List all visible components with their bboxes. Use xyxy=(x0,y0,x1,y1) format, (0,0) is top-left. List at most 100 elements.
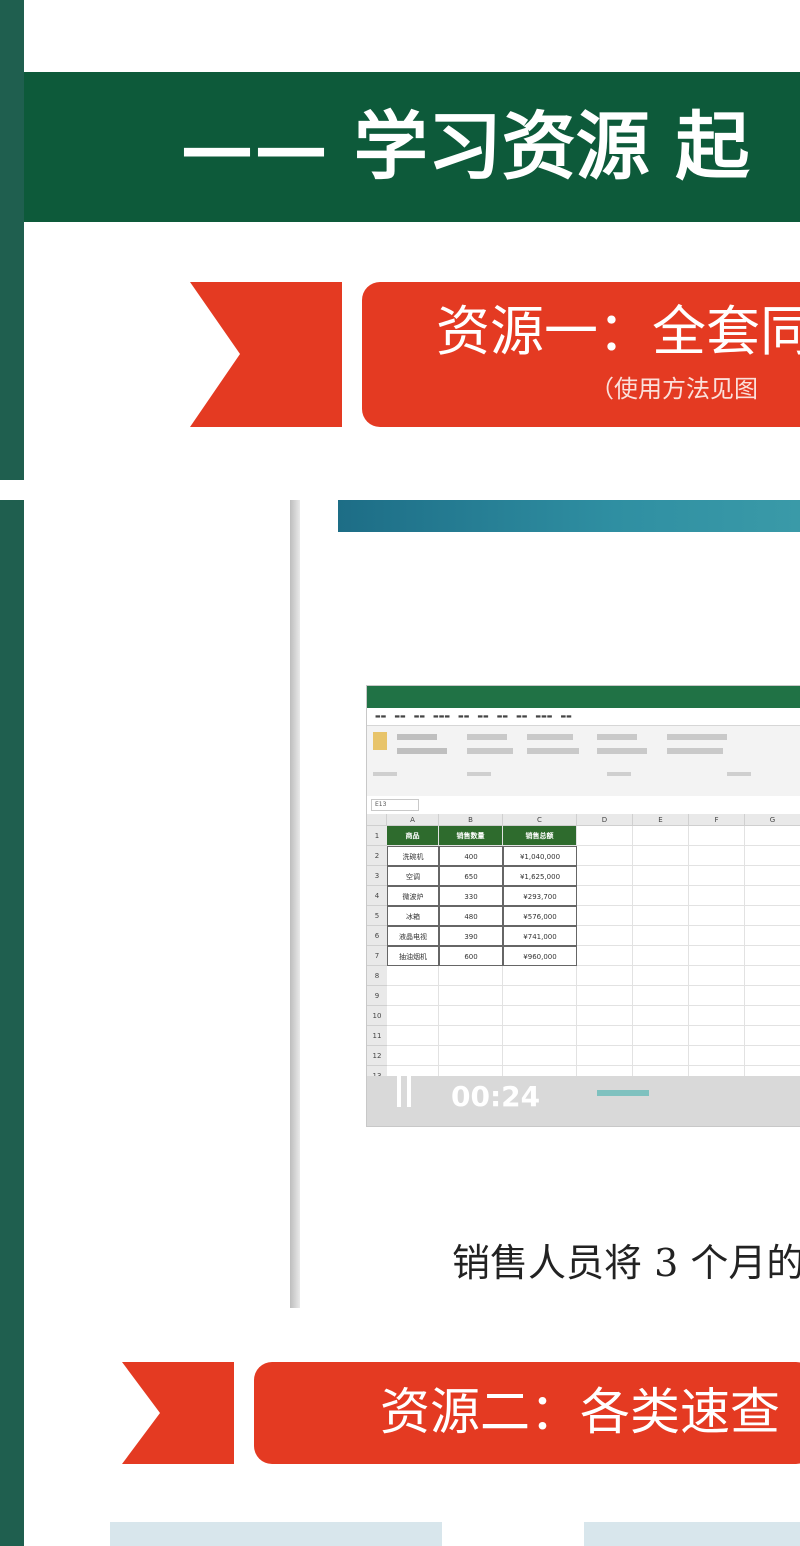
column-header[interactable]: A xyxy=(387,814,439,826)
empty-cell[interactable] xyxy=(577,1006,633,1026)
empty-cell[interactable] xyxy=(387,966,439,986)
empty-cell[interactable] xyxy=(387,1026,439,1046)
row-header[interactable]: 12 xyxy=(367,1046,387,1066)
empty-cell[interactable] xyxy=(633,1026,689,1046)
empty-cell[interactable] xyxy=(745,1006,800,1026)
empty-cell[interactable] xyxy=(689,1046,745,1066)
table-cell[interactable]: ¥576,000 xyxy=(503,906,577,926)
empty-cell[interactable] xyxy=(745,886,800,906)
table-cell[interactable]: 650 xyxy=(439,866,503,886)
empty-cell[interactable] xyxy=(745,986,800,1006)
table-cell[interactable]: ¥741,000 xyxy=(503,926,577,946)
empty-cell[interactable] xyxy=(577,946,633,966)
empty-cell[interactable] xyxy=(689,846,745,866)
table-cell[interactable]: 400 xyxy=(439,846,503,866)
table-header-cell[interactable]: 商品 xyxy=(387,826,439,846)
video-progress-bar[interactable] xyxy=(597,1090,649,1096)
row-header[interactable]: 3 xyxy=(367,866,387,886)
empty-cell[interactable] xyxy=(577,1046,633,1066)
column-header[interactable]: D xyxy=(577,814,633,826)
empty-cell[interactable] xyxy=(577,966,633,986)
empty-cell[interactable] xyxy=(439,1006,503,1026)
table-cell[interactable]: ¥1,040,000 xyxy=(503,846,577,866)
empty-cell[interactable] xyxy=(633,966,689,986)
empty-cell[interactable] xyxy=(439,986,503,1006)
empty-cell[interactable] xyxy=(633,906,689,926)
table-cell[interactable]: 空调 xyxy=(387,866,439,886)
empty-cell[interactable] xyxy=(745,966,800,986)
table-cell[interactable]: 480 xyxy=(439,906,503,926)
empty-cell[interactable] xyxy=(633,986,689,1006)
empty-cell[interactable] xyxy=(745,1026,800,1046)
row-header[interactable]: 6 xyxy=(367,926,387,946)
table-cell[interactable]: 330 xyxy=(439,886,503,906)
table-cell[interactable]: ¥960,000 xyxy=(503,946,577,966)
column-header[interactable]: F xyxy=(689,814,745,826)
empty-cell[interactable] xyxy=(689,926,745,946)
empty-cell[interactable] xyxy=(503,986,577,1006)
row-header[interactable]: 9 xyxy=(367,986,387,1006)
column-header[interactable]: B xyxy=(439,814,503,826)
row-header[interactable]: 8 xyxy=(367,966,387,986)
empty-cell[interactable] xyxy=(503,966,577,986)
empty-cell[interactable] xyxy=(633,1006,689,1026)
row-header[interactable]: 10 xyxy=(367,1006,387,1026)
empty-cell[interactable] xyxy=(689,946,745,966)
empty-cell[interactable] xyxy=(577,986,633,1006)
empty-cell[interactable] xyxy=(577,886,633,906)
empty-cell[interactable] xyxy=(689,966,745,986)
empty-cell[interactable] xyxy=(689,1026,745,1046)
empty-cell[interactable] xyxy=(577,906,633,926)
table-cell[interactable]: 冰箱 xyxy=(387,906,439,926)
row-header[interactable]: 4 xyxy=(367,886,387,906)
empty-cell[interactable] xyxy=(577,866,633,886)
table-cell[interactable]: ¥1,625,000 xyxy=(503,866,577,886)
table-cell[interactable]: 液晶电视 xyxy=(387,926,439,946)
row-header[interactable]: 11 xyxy=(367,1026,387,1046)
row-header[interactable]: 5 xyxy=(367,906,387,926)
empty-cell[interactable] xyxy=(439,1026,503,1046)
empty-cell[interactable] xyxy=(745,946,800,966)
empty-cell[interactable] xyxy=(689,1006,745,1026)
table-cell[interactable]: 390 xyxy=(439,926,503,946)
empty-cell[interactable] xyxy=(745,926,800,946)
column-header[interactable]: C xyxy=(503,814,577,826)
empty-cell[interactable] xyxy=(577,926,633,946)
empty-cell[interactable] xyxy=(439,966,503,986)
empty-cell[interactable] xyxy=(577,1026,633,1046)
empty-cell[interactable] xyxy=(577,826,633,846)
row-header[interactable]: 7 xyxy=(367,946,387,966)
table-cell[interactable]: ¥293,700 xyxy=(503,886,577,906)
pause-icon[interactable] xyxy=(397,1071,411,1107)
empty-cell[interactable] xyxy=(745,826,800,846)
select-all-corner[interactable] xyxy=(367,814,387,826)
column-header[interactable]: E xyxy=(633,814,689,826)
empty-cell[interactable] xyxy=(689,906,745,926)
empty-cell[interactable] xyxy=(439,1046,503,1066)
column-header[interactable]: G xyxy=(745,814,800,826)
empty-cell[interactable] xyxy=(745,866,800,886)
table-cell[interactable]: 洗碗机 xyxy=(387,846,439,866)
empty-cell[interactable] xyxy=(633,926,689,946)
table-header-cell[interactable]: 销售数量 xyxy=(439,826,503,846)
empty-cell[interactable] xyxy=(745,1046,800,1066)
empty-cell[interactable] xyxy=(633,886,689,906)
empty-cell[interactable] xyxy=(745,906,800,926)
empty-cell[interactable] xyxy=(633,826,689,846)
row-header[interactable]: 2 xyxy=(367,846,387,866)
empty-cell[interactable] xyxy=(633,866,689,886)
empty-cell[interactable] xyxy=(689,886,745,906)
empty-cell[interactable] xyxy=(503,1006,577,1026)
empty-cell[interactable] xyxy=(387,1006,439,1026)
table-cell[interactable]: 600 xyxy=(439,946,503,966)
empty-cell[interactable] xyxy=(689,986,745,1006)
empty-cell[interactable] xyxy=(387,1046,439,1066)
empty-cell[interactable] xyxy=(503,1026,577,1046)
video-control-bar[interactable] xyxy=(367,1076,800,1126)
empty-cell[interactable] xyxy=(633,846,689,866)
empty-cell[interactable] xyxy=(689,826,745,846)
empty-cell[interactable] xyxy=(633,1046,689,1066)
empty-cell[interactable] xyxy=(633,946,689,966)
table-header-cell[interactable]: 销售总额 xyxy=(503,826,577,846)
empty-cell[interactable] xyxy=(577,846,633,866)
